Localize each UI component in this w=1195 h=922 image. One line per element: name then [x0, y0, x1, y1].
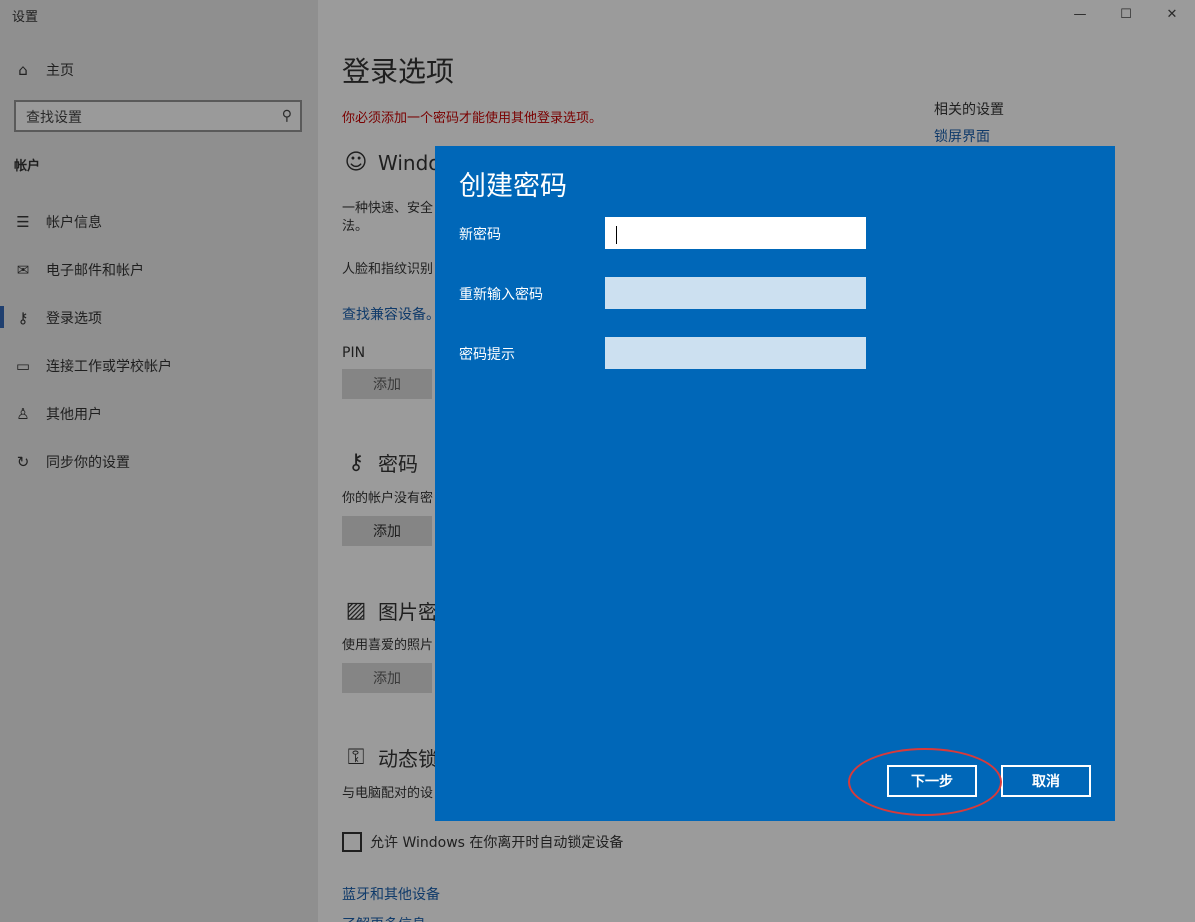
sync-icon: ↻ [16, 453, 30, 471]
sidebar-item-label: 登录选项 [46, 311, 102, 327]
sidebar-item-label: 连接工作或学校帐户 [46, 359, 172, 375]
sidebar-item-label: 电子邮件和帐户 [46, 263, 144, 279]
sidebar-item-sync[interactable]: ↻ 同步你的设置 [14, 452, 130, 472]
picture-add-button[interactable]: 添加 [342, 663, 432, 693]
mail-icon: ✉ [16, 261, 30, 279]
minimize-button[interactable]: — [1057, 0, 1103, 28]
sidebar-item-email[interactable]: ✉ 电子邮件和帐户 [14, 260, 144, 280]
section-label: 帐户 [14, 159, 41, 174]
dynamic-lock-heading: ⚿ 动态锁 [342, 743, 438, 772]
cancel-button[interactable]: 取消 [1001, 765, 1091, 797]
dynamic-lock-description: 与电脑配对的设 [342, 786, 434, 801]
reenter-password-input[interactable] [605, 277, 866, 309]
picture-icon: ▨ [345, 598, 367, 623]
create-password-dialog: 创建密码 新密码 重新输入密码 密码提示 下一步 取消 [435, 146, 1115, 821]
maximize-button[interactable]: ☐ [1103, 0, 1149, 28]
learn-more-link[interactable]: 了解更多信息 [342, 914, 426, 922]
person-add-icon: ♙ [16, 405, 30, 423]
warning-text: 你必须添加一个密码才能使用其他登录选项。 [342, 111, 603, 126]
find-devices-link[interactable]: 查找兼容设备。 [342, 304, 440, 324]
search-input[interactable]: 查找设置 ⚲ [14, 100, 302, 132]
window-controls: — ☐ ✕ [1057, 0, 1195, 28]
password-hint-input[interactable] [605, 337, 866, 369]
picture-description: 使用喜爱的照片 [342, 638, 434, 653]
picture-password-heading: ▨ 图片密 [342, 596, 438, 625]
briefcase-icon: ▭ [15, 357, 31, 375]
search-icon: ⚲ [281, 108, 292, 124]
pin-add-button[interactable]: 添加 [342, 369, 432, 399]
account-info-icon: ☰ [16, 213, 30, 231]
dynamic-lock-icon: ⚿ [347, 745, 365, 770]
windows-hello-heading: ☺ Windo [342, 150, 441, 175]
password-hint-label: 密码提示 [459, 347, 515, 363]
dialog-title: 创建密码 [459, 171, 567, 202]
checkbox-label: 允许 Windows 在你离开时自动锁定设备 [370, 835, 624, 851]
sidebar-item-label: 其他用户 [46, 407, 102, 423]
app-title: 设置 [12, 10, 39, 25]
sidebar-item-label: 同步你的设置 [46, 455, 130, 471]
page-title: 登录选项 [342, 55, 455, 88]
sidebar-item-label: 帐户信息 [46, 215, 102, 231]
new-password-input[interactable] [605, 217, 866, 249]
sidebar-item-home[interactable]: ⌂ 主页 [14, 60, 74, 80]
reenter-password-label: 重新输入密码 [459, 287, 543, 303]
dynamic-lock-checkbox-row[interactable]: 允许 Windows 在你离开时自动锁定设备 [342, 832, 623, 852]
text-caret [616, 226, 617, 244]
lock-screen-link[interactable]: 锁屏界面 [934, 126, 990, 146]
sidebar-item-sign-in-options[interactable]: ⚷ 登录选项 [14, 308, 103, 328]
hello-description: 一种快速、安全 法。 [342, 201, 434, 234]
key-search-icon: ⚷ [347, 450, 365, 475]
password-description: 你的帐户没有密 [342, 491, 434, 506]
sidebar-item-account-info[interactable]: ☰ 帐户信息 [14, 212, 102, 232]
smiley-icon: ☺ [344, 150, 368, 175]
close-button[interactable]: ✕ [1149, 0, 1195, 28]
related-settings-title: 相关的设置 [934, 102, 1004, 118]
sidebar-item-other-users[interactable]: ♙ 其他用户 [14, 404, 102, 424]
highlight-ring [848, 748, 1002, 816]
sidebar-item-label: 主页 [46, 63, 74, 79]
hello-face-text: 人脸和指纹识别 [342, 262, 434, 277]
bluetooth-link[interactable]: 蓝牙和其他设备 [342, 884, 440, 904]
sidebar: 设置 ⌂ 主页 查找设置 ⚲ 帐户 ☰ 帐户信息 ✉ 电子邮件和帐户 ⚷ 登录选… [0, 0, 318, 922]
new-password-label: 新密码 [459, 227, 501, 243]
home-icon: ⌂ [18, 61, 28, 79]
password-add-button[interactable]: 添加 [342, 516, 432, 546]
dynamic-lock-checkbox[interactable] [342, 832, 362, 852]
sidebar-item-work-school[interactable]: ▭ 连接工作或学校帐户 [14, 356, 172, 376]
pin-label: PIN [342, 345, 366, 361]
search-placeholder: 查找设置 [26, 110, 82, 126]
key-icon: ⚷ [17, 309, 29, 327]
password-heading: ⚷ 密码 [342, 448, 418, 477]
selection-indicator [0, 306, 4, 328]
